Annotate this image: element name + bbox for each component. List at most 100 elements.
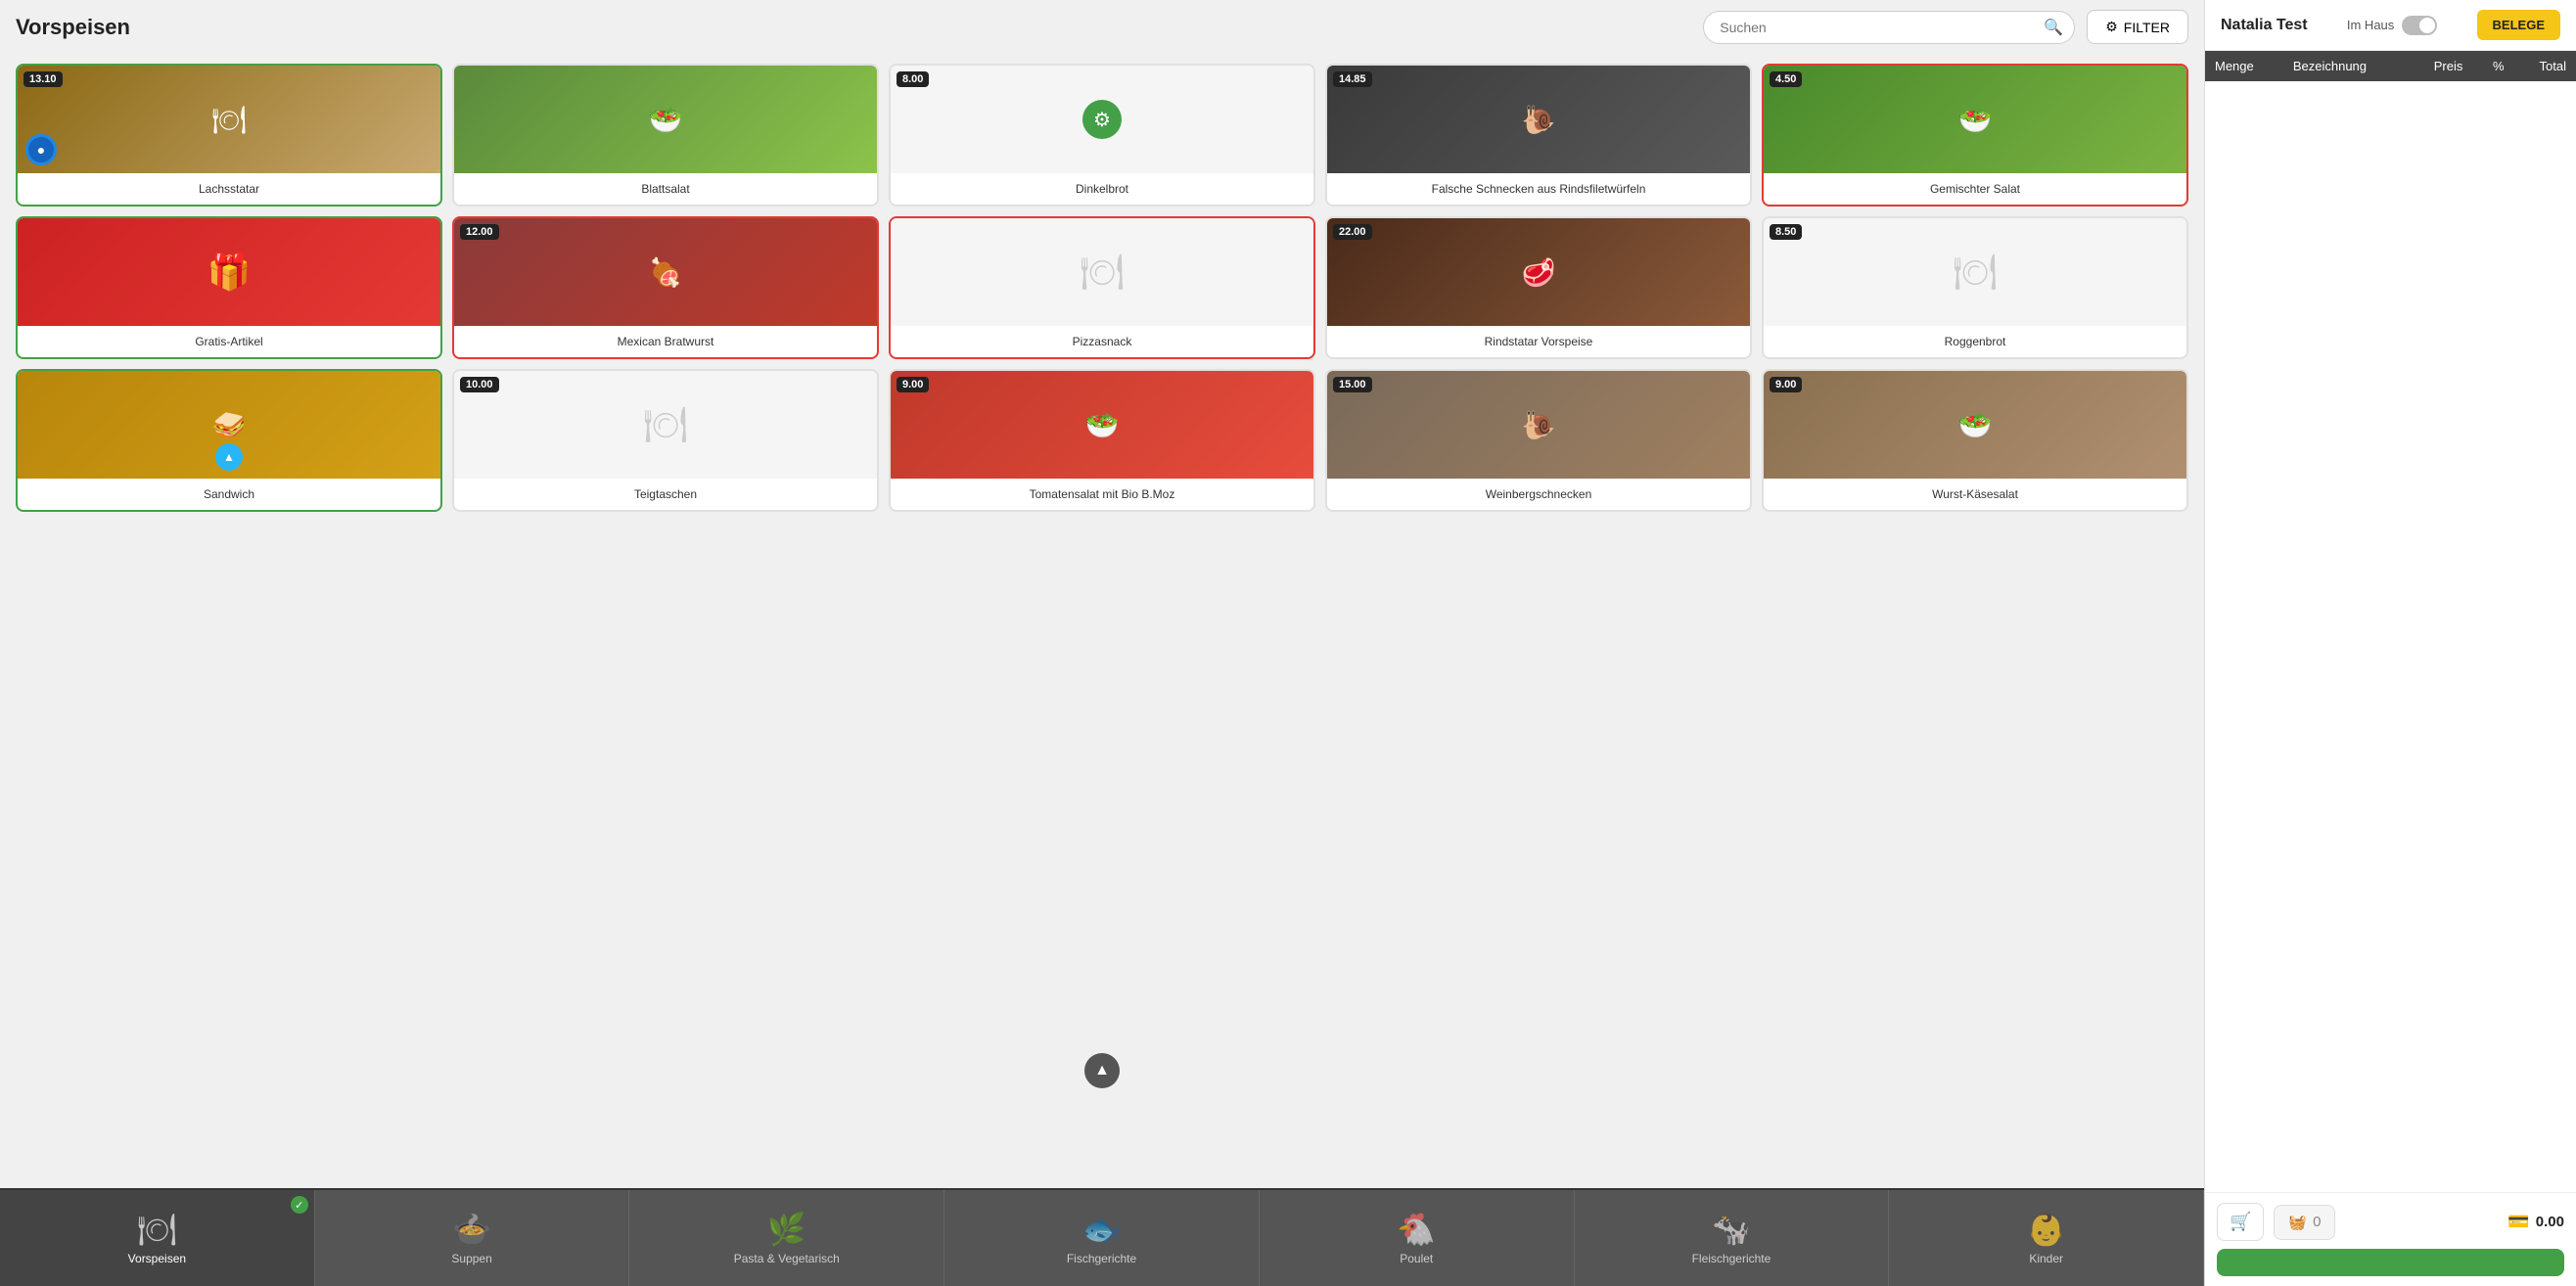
item-image: 🎁 — [18, 218, 440, 326]
item-label: Gemischter Salat — [1764, 173, 2186, 205]
check-badge: ✓ — [291, 1196, 308, 1214]
item-label: Teigtaschen — [454, 479, 877, 510]
im-haus-label: Im Haus — [2347, 18, 2394, 32]
category-icon: 🐟 — [1082, 1211, 1122, 1248]
filter-icon: ⚙ — [2105, 19, 2118, 35]
item-price: 9.00 — [1770, 377, 1802, 392]
category-label: Fleischgerichte — [1692, 1252, 1771, 1265]
menu-item-9[interactable]: 🥩 22.00 Rindstatar Vorspeise — [1325, 216, 1752, 359]
footer-actions: 🛒 🧺 0 💳 0.00 — [2217, 1203, 2564, 1241]
menu-item-11[interactable]: 🥪▲ Sandwich — [16, 369, 442, 512]
cart-button[interactable]: 🛒 — [2217, 1203, 2264, 1241]
menu-grid: 🍽● 13.10 Lachsstatar 🥗 Blattsalat ⚙ 8.00… — [16, 64, 2188, 512]
category-label: Poulet — [1400, 1252, 1433, 1265]
col-percent: % — [2472, 51, 2513, 81]
menu-item-13[interactable]: 🥗 9.00 Tomatensalat mit Bio B.Moz — [889, 369, 1315, 512]
item-price: 9.00 — [897, 377, 929, 392]
item-price: 15.00 — [1333, 377, 1372, 392]
item-label: Blattsalat — [454, 173, 877, 205]
item-label: Dinkelbrot — [891, 173, 1313, 205]
page-title: Vorspeisen — [16, 15, 130, 40]
filter-button[interactable]: ⚙ FILTER — [2087, 10, 2188, 44]
category-icon: 🌿 — [767, 1211, 806, 1248]
menu-grid-area: 🍽● 13.10 Lachsstatar 🥗 Blattsalat ⚙ 8.00… — [0, 54, 2204, 1188]
menu-item-14[interactable]: 🐌 15.00 Weinbergschnecken — [1325, 369, 1752, 512]
item-label: Falsche Schnecken aus Rindsfiletwürfeln — [1327, 173, 1750, 205]
item-price: 12.00 — [460, 224, 499, 240]
col-total: Total — [2514, 51, 2576, 81]
menu-item-1[interactable]: 🍽● 13.10 Lachsstatar — [16, 64, 442, 207]
category-icon: 🐔 — [1397, 1211, 1436, 1248]
search-icon: 🔍 — [2044, 18, 2063, 37]
item-price: 8.50 — [1770, 224, 1802, 240]
item-label: Pizzasnack — [891, 326, 1313, 357]
item-label: Wurst-Käsesalat — [1764, 479, 2186, 510]
customer-name: Natalia Test — [2221, 17, 2308, 34]
item-price: 14.85 — [1333, 71, 1372, 87]
category-item-suppen[interactable]: 🍲 Suppen — [315, 1190, 630, 1286]
category-icon: 🐄 — [1712, 1211, 1751, 1248]
item-label: Sandwich — [18, 479, 440, 510]
money-icon: 💳 — [2507, 1212, 2529, 1232]
menu-item-7[interactable]: 🍖 12.00 Mexican Bratwurst — [452, 216, 879, 359]
basket-count: 🧺 0 — [2274, 1205, 2335, 1240]
item-label: Lachsstatar — [18, 173, 440, 205]
item-price: 22.00 — [1333, 224, 1372, 240]
item-image: 🥪▲ — [18, 371, 440, 479]
item-image: 🥗 — [454, 66, 877, 173]
category-label: Kinder — [2029, 1252, 2063, 1265]
order-table: Menge Bezeichnung Preis % Total — [2205, 51, 2576, 1192]
category-icon: 👶 — [2027, 1211, 2066, 1248]
menu-item-12[interactable]: 🍽 10.00 Teigtaschen — [452, 369, 879, 512]
item-image: 🐌 — [1327, 66, 1750, 173]
total-value: 0.00 — [2536, 1214, 2564, 1230]
menu-item-2[interactable]: 🥗 Blattsalat — [452, 64, 879, 207]
item-image: 🐌 — [1327, 371, 1750, 479]
order-footer: 🛒 🧺 0 💳 0.00 — [2205, 1192, 2576, 1286]
item-price: 10.00 — [460, 377, 499, 392]
category-label: Pasta & Vegetarisch — [734, 1252, 840, 1265]
item-label: Tomatensalat mit Bio B.Moz — [891, 479, 1313, 510]
item-image: 🍖 — [454, 218, 877, 326]
item-label: Gratis-Artikel — [18, 326, 440, 357]
category-item-pasta[interactable]: 🌿 Pasta & Vegetarisch — [629, 1190, 944, 1286]
item-image: 🥗 — [891, 371, 1313, 479]
im-haus-switch[interactable] — [2402, 16, 2437, 35]
menu-item-4[interactable]: 🐌 14.85 Falsche Schnecken aus Rindsfilet… — [1325, 64, 1752, 207]
category-label: Fischgerichte — [1067, 1252, 1136, 1265]
item-label: Mexican Bratwurst — [454, 326, 877, 357]
toggle-knob — [2419, 18, 2435, 33]
item-price: 4.50 — [1770, 71, 1802, 87]
basket-number: 0 — [2313, 1214, 2321, 1230]
item-price: 8.00 — [897, 71, 929, 87]
menu-item-3[interactable]: ⚙ 8.00 Dinkelbrot — [889, 64, 1315, 207]
total-amount: 💳 0.00 — [2507, 1212, 2564, 1232]
item-image: 🥩 — [1327, 218, 1750, 326]
item-label: Roggenbrot — [1764, 326, 2186, 357]
scroll-up-button[interactable]: ▲ — [1084, 1053, 1120, 1088]
col-menge: Menge — [2205, 51, 2283, 81]
category-item-kinder[interactable]: 👶 Kinder — [1889, 1190, 2204, 1286]
belege-button[interactable]: BELEGE — [2477, 10, 2560, 40]
item-image-placeholder: 🍽 — [454, 371, 877, 479]
im-haus-toggle: Im Haus — [2347, 16, 2437, 35]
menu-item-10[interactable]: 🍽 8.50 Roggenbrot — [1762, 216, 2188, 359]
menu-item-6[interactable]: 🎁 Gratis-Artikel — [16, 216, 442, 359]
category-item-vorspeisen[interactable]: ✓ 🍽 Vorspeisen — [0, 1190, 315, 1286]
category-icon: 🍲 — [452, 1211, 491, 1248]
item-image: 🍽● — [18, 66, 440, 173]
order-header: Natalia Test Im Haus BELEGE — [2205, 0, 2576, 51]
menu-item-15[interactable]: 🥗 9.00 Wurst-Käsesalat — [1762, 369, 2188, 512]
col-preis: Preis — [2408, 51, 2472, 81]
search-container: 🔍 — [1703, 11, 2075, 44]
search-input[interactable] — [1703, 11, 2075, 44]
category-label: Vorspeisen — [128, 1252, 186, 1265]
category-item-fisch[interactable]: 🐟 Fischgerichte — [944, 1190, 1260, 1286]
item-image: 🥗 — [1764, 66, 2186, 173]
menu-item-5[interactable]: 🥗 4.50 Gemischter Salat — [1762, 64, 2188, 207]
category-item-poulet[interactable]: 🐔 Poulet — [1260, 1190, 1575, 1286]
checkout-button[interactable] — [2217, 1249, 2564, 1276]
menu-item-8[interactable]: 🍽 Pizzasnack — [889, 216, 1315, 359]
col-bezeichnung: Bezeichnung — [2283, 51, 2408, 81]
category-item-fleisch[interactable]: 🐄 Fleischgerichte — [1575, 1190, 1890, 1286]
